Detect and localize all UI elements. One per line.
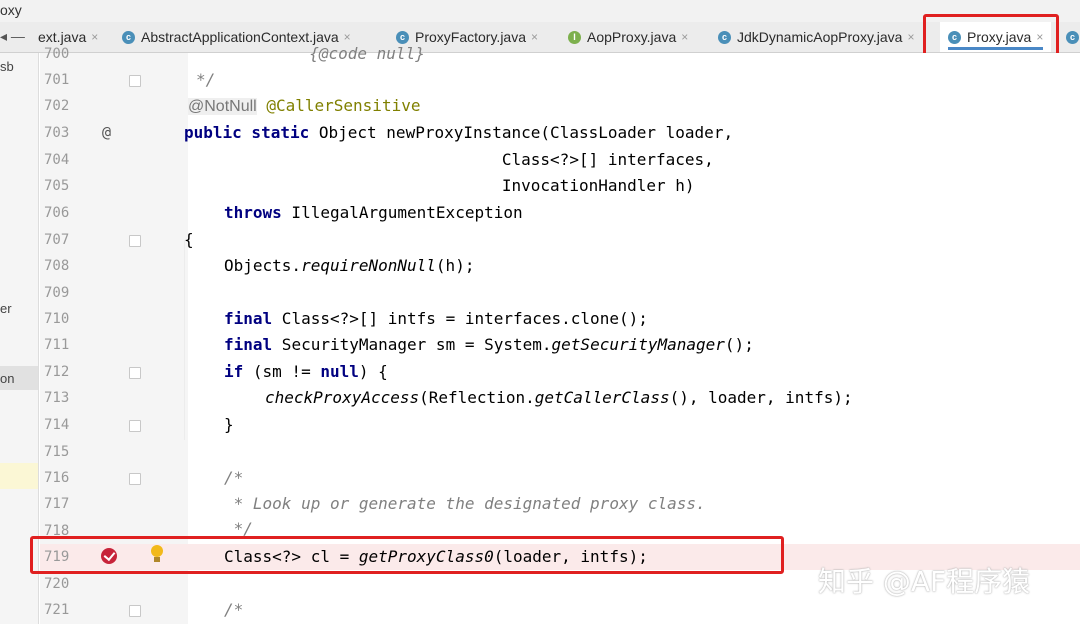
code-comment: /* (224, 468, 244, 487)
line-number: 701 (44, 72, 70, 88)
code-line: */ (196, 70, 216, 89)
keyword: if (224, 362, 244, 381)
code-text: Objects. (224, 256, 302, 275)
code-line: Objects.requireNonNull(h); (224, 253, 474, 279)
class-icon: c (1066, 30, 1079, 44)
tab-aop-proxy[interactable]: I AopProxy.java × (568, 22, 688, 52)
keyword: final (224, 309, 273, 328)
project-label: oxy (0, 2, 22, 18)
fold-marker-icon[interactable] (129, 75, 141, 87)
highlighted-tree-row[interactable] (0, 463, 38, 489)
line-number: 716 (44, 470, 70, 486)
code-line: InvocationHandler h) (184, 176, 695, 195)
code-line: Class<?>[] interfaces, (184, 150, 714, 169)
tree-item-label[interactable]: er (0, 301, 12, 316)
code-line: public static Object newProxyInstance(Cl… (184, 120, 733, 146)
line-number: 711 (44, 337, 70, 353)
tree-item-label[interactable]: sb (0, 59, 14, 74)
code-comment: * Look up or generate the designated pro… (224, 494, 706, 513)
panel-controls[interactable]: ◂ — (0, 28, 25, 45)
code-text: Class<?>[] intfs = interfaces.clone(); (272, 309, 648, 328)
method-call: getSecurityManager (551, 335, 725, 354)
fold-marker-icon[interactable] (129, 605, 141, 617)
class-icon: c (122, 30, 135, 44)
method-call: requireNonNull (301, 256, 436, 275)
code-comment: /* (224, 600, 244, 619)
close-icon[interactable]: × (91, 30, 98, 44)
line-highlight-box (30, 536, 784, 574)
title-strip: oxy (0, 0, 1080, 22)
close-icon[interactable]: × (681, 30, 688, 44)
code-text: (Reflection. (419, 388, 535, 407)
code-line: throws IllegalArgumentException (224, 200, 523, 226)
line-number: 708 (44, 258, 70, 274)
tab-label: JdkDynamicAopProxy.java (737, 29, 903, 45)
line-number: 703 (44, 125, 70, 141)
line-number: 717 (44, 496, 70, 512)
indent-guide (184, 240, 185, 440)
line-number: 712 (44, 364, 70, 380)
watermark: 知乎 @AF程序猿 (818, 565, 1031, 598)
code-line: final SecurityManager sm = System.getSec… (224, 332, 754, 358)
line-number: 709 (44, 285, 70, 301)
line-number: 720 (44, 576, 70, 592)
line-number: 714 (44, 417, 70, 433)
code-text: (sm != (243, 362, 321, 381)
annotation: @CallerSensitive (266, 96, 421, 115)
code-line: {@code null} (184, 44, 425, 63)
close-icon[interactable]: × (907, 30, 914, 44)
line-number: 700 (44, 46, 70, 62)
line-number: 706 (44, 205, 70, 221)
line-number: 704 (44, 152, 70, 168)
fold-marker-icon[interactable] (129, 235, 141, 247)
line-number: 705 (44, 178, 70, 194)
code-line: } (224, 415, 234, 434)
inferred-annotation: @NotNull (188, 98, 257, 115)
line-number: 713 (44, 390, 70, 406)
code-line: { (184, 230, 194, 249)
editor-tab-bar: ◂ — ext.java × c AbstractApplicationCont… (0, 22, 1080, 53)
fold-marker-icon[interactable] (129, 367, 141, 379)
line-number: 702 (44, 98, 70, 114)
interface-icon: I (568, 30, 581, 44)
tab-label: AopProxy.java (587, 29, 677, 45)
code-line: final Class<?>[] intfs = interfaces.clon… (224, 306, 648, 332)
method-call: getCallerClass (534, 388, 670, 407)
line-number: 707 (44, 232, 70, 248)
line-number: 710 (44, 311, 70, 327)
line-number: 715 (44, 444, 70, 460)
code-text: SecurityManager sm = System. (272, 335, 552, 354)
keyword: null (320, 362, 359, 381)
code-line: if (sm != null) { (224, 359, 388, 385)
code-comment: */ (224, 519, 253, 536)
keyword: public static (184, 123, 310, 142)
tree-item-label[interactable]: on (0, 371, 14, 386)
code-text: (), loader, intfs); (669, 388, 853, 407)
code-text: ) { (358, 362, 388, 381)
line-number: 718 (44, 523, 70, 536)
keyword: final (224, 335, 273, 354)
tab-label: ProxyFactory.java (415, 29, 526, 45)
fold-marker-icon[interactable] (129, 473, 141, 485)
code-line: @NotNull @CallerSensitive (188, 93, 420, 119)
code-text: (); (724, 335, 754, 354)
code-text: (h); (435, 256, 475, 275)
method-call: checkProxyAccess (265, 388, 420, 407)
at-override-icon[interactable]: @ (102, 123, 111, 141)
fold-marker-icon[interactable] (129, 420, 141, 432)
code-text: Object newProxyInstance(ClassLoader load… (309, 123, 734, 142)
line-number: 721 (44, 602, 70, 618)
close-icon[interactable]: × (531, 30, 538, 44)
keyword: throws (224, 203, 282, 222)
tab-overflow[interactable]: c (1066, 22, 1080, 52)
tab-jdk-dynamic-aop-proxy[interactable]: c JdkDynamicAopProxy.java × (718, 22, 915, 52)
code-line: checkProxyAccess(Reflection.getCallerCla… (265, 385, 853, 411)
class-icon: c (718, 30, 731, 44)
code-text: IllegalArgumentException (281, 203, 523, 222)
